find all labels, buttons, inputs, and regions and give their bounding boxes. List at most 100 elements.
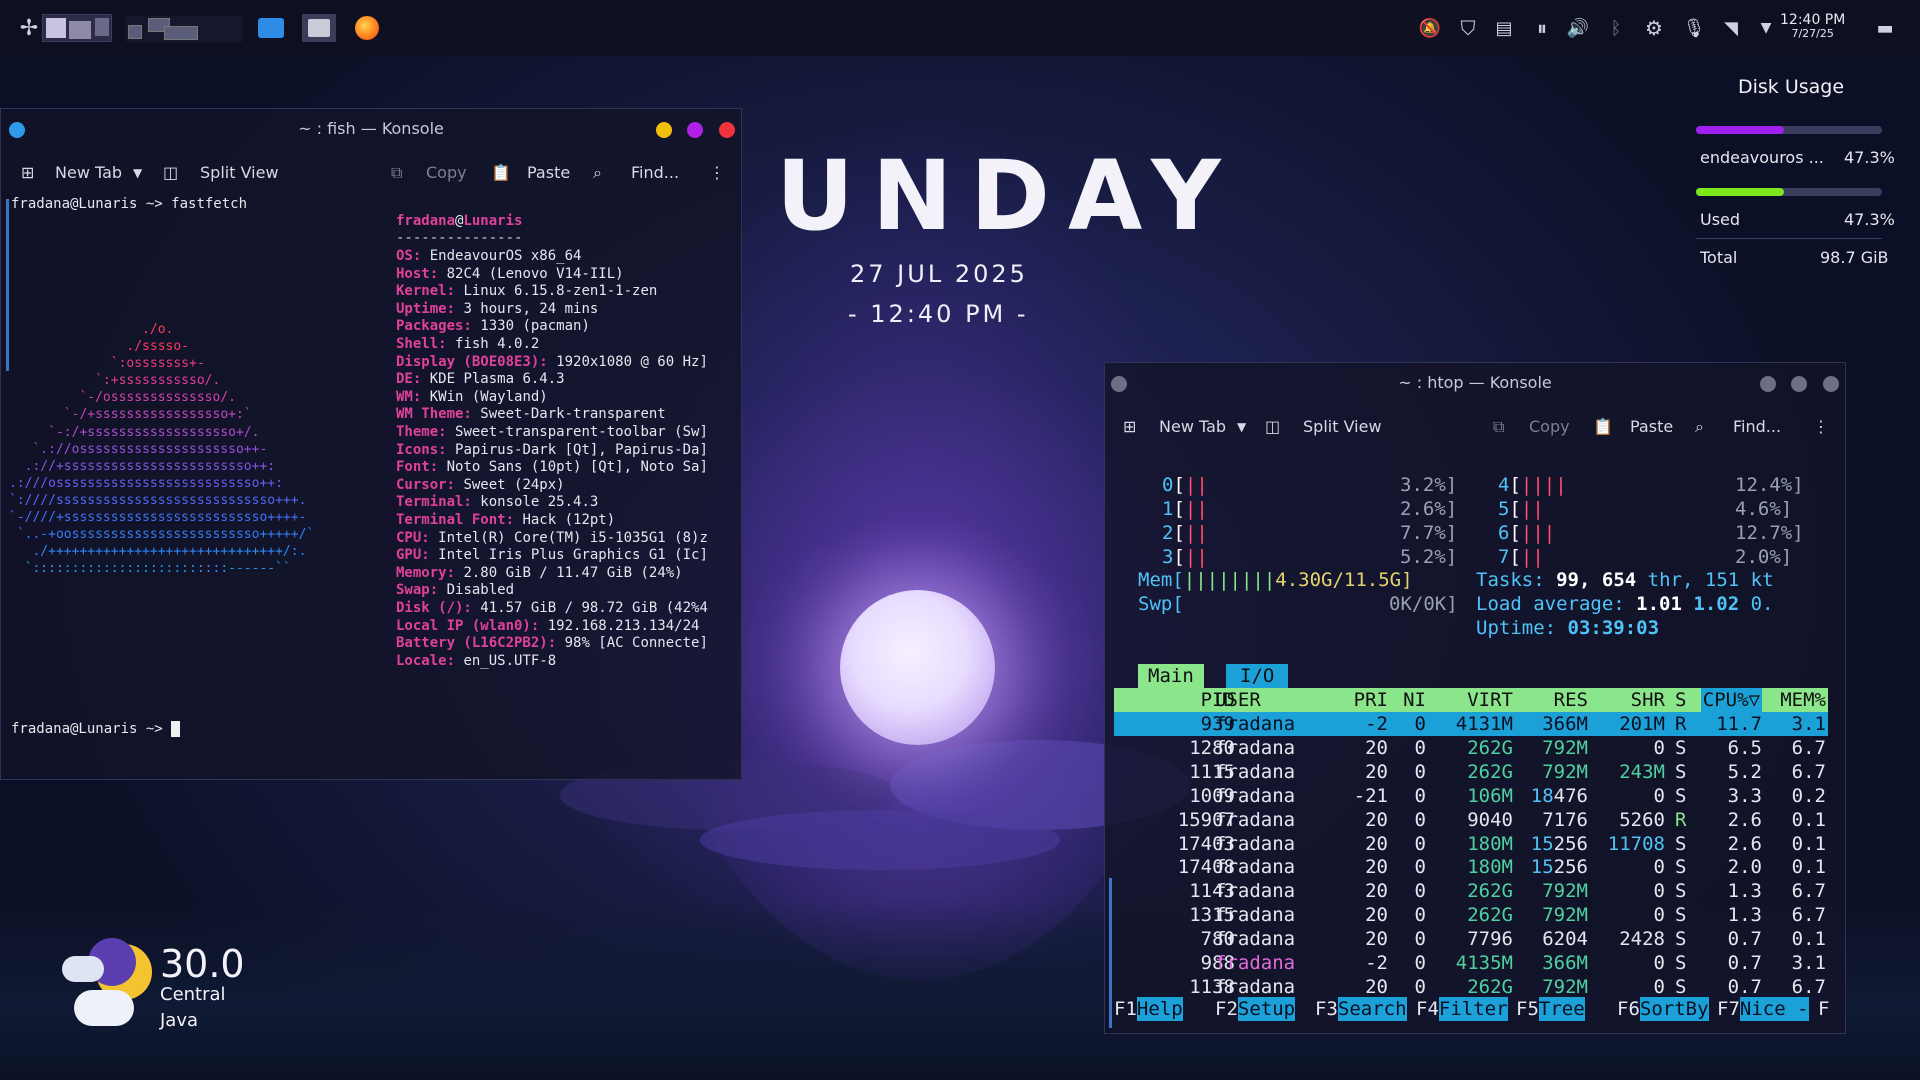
cell-ni: 0 (1414, 975, 1426, 998)
threads-label: thr, (1647, 569, 1694, 591)
find-button[interactable]: Find... (1733, 417, 1781, 436)
process-row[interactable]: 1115 fradana 20 0 262G 792M 243M S 5.2 6.7 (1114, 760, 1828, 784)
cursor-block: _ (171, 721, 180, 737)
cell-mem: 0.1 (1791, 928, 1826, 951)
notifications-off-icon[interactable]: 🔕 (1418, 14, 1442, 42)
microphone-icon[interactable]: 🎙 (1682, 14, 1706, 42)
wifi-icon[interactable]: ◥ (1718, 14, 1744, 42)
close-button[interactable] (719, 122, 735, 138)
search-icon[interactable]: ⌕ (593, 163, 602, 183)
maximize-button[interactable] (1791, 376, 1807, 392)
paste-icon[interactable]: 📋 (491, 163, 511, 182)
process-row[interactable]: 1315 fradana 20 0 262G 792M 0 S 1.3 6.7 (1114, 903, 1828, 927)
htop-tab-io[interactable]: I/O (1226, 664, 1289, 688)
window-titlebar[interactable]: ~ : fish — Konsole (1, 109, 741, 149)
new-tab-icon[interactable]: ⊞ (21, 163, 34, 182)
ff-line: Host: 82C4 (Lenovo V14-IIL) (396, 266, 624, 284)
minimize-button[interactable] (656, 122, 672, 138)
close-button[interactable] (1823, 376, 1839, 392)
process-row[interactable]: 780 fradana 20 0 7796 6204 2428 S 0.7 0.1 (1114, 927, 1828, 951)
shield-icon[interactable]: ⛉ (1456, 14, 1480, 42)
ff-userhost: fradana@Lunaris (396, 213, 522, 231)
logo-line: `:////ssssssssssssssssssssssssssso+++. (9, 492, 307, 508)
process-row[interactable]: 17403 fradana 20 0 180M 15256 11708 S 2.6 0.1 (1114, 832, 1828, 856)
new-tab-button[interactable]: New Tab (55, 163, 122, 182)
tasks-label: Tasks: (1476, 569, 1545, 591)
window-titlebar[interactable]: ~ : htop — Konsole (1105, 363, 1845, 403)
fkey-label-0[interactable]: Help (1136, 997, 1183, 1021)
column-header-cpu: CPU%▽ (1700, 688, 1762, 712)
file-manager-icon[interactable] (256, 14, 286, 42)
new-tab-dropdown-icon[interactable]: ▼ (133, 166, 142, 180)
volume-icon[interactable]: 🔊 (1566, 14, 1590, 42)
process-row[interactable]: 1138 fradana 20 0 262G 792M 0 S 0.7 6.7 (1114, 975, 1828, 999)
cpu-id: 2 (1162, 522, 1174, 544)
prompt-command: ~> fastfetch (145, 196, 248, 212)
firefox-icon[interactable] (352, 14, 382, 42)
split-view-icon[interactable]: ◫ (163, 163, 178, 182)
fkey-label-1[interactable]: Setup (1237, 997, 1296, 1021)
cell-res: 7176 (1542, 808, 1588, 831)
konsole-task-icon[interactable] (302, 14, 336, 42)
menu-kebab-icon[interactable]: ⋮ (1813, 417, 1829, 436)
htop-tab-main[interactable]: Main (1138, 664, 1204, 688)
split-view-button[interactable]: Split View (1303, 417, 1382, 436)
bluetooth-icon[interactable]: ᛒ (1604, 14, 1628, 42)
process-row[interactable]: 17408 fradana 20 0 180M 15256 0 S 2.0 0.1 (1114, 855, 1828, 879)
new-tab-icon[interactable]: ⊞ (1123, 417, 1136, 436)
process-row[interactable]: 1280 fradana 20 0 262G 792M 0 S 6.5 6.7 (1114, 736, 1828, 760)
new-tab-dropdown-icon[interactable]: ▼ (1237, 420, 1246, 434)
cpu-percent: 2.6%] (1400, 498, 1458, 520)
new-tab-button[interactable]: New Tab (1159, 417, 1226, 436)
cell-s: S (1675, 975, 1687, 998)
cell-ni: 0 (1414, 713, 1426, 735)
fkey-label-3[interactable]: Filter (1438, 997, 1508, 1021)
kthreads-label: kt (1750, 569, 1774, 591)
fkey-label-4[interactable]: Tree (1538, 997, 1585, 1021)
process-row[interactable]: 1009 fradana -21 0 106M 18476 0 S 3.3 0.2 (1114, 784, 1828, 808)
copy-icon[interactable]: ⧉ (1493, 417, 1504, 437)
fkey-label-6[interactable]: Nice - (1739, 997, 1809, 1021)
column-header-virt: VIRT (1467, 689, 1513, 711)
prompt-line-2[interactable]: fradana@Lunaris ~> _ (11, 721, 180, 739)
logo-line: ./++++++++++++++++++++++++++++++/:. (9, 544, 307, 560)
ff-key: Font: (396, 459, 439, 476)
split-view-icon[interactable]: ◫ (1265, 417, 1280, 436)
column-header-s: S (1675, 689, 1687, 711)
virtual-desktop-pager-2[interactable] (126, 16, 242, 42)
menu-kebab-icon[interactable]: ⋮ (709, 163, 725, 182)
top-panel: ✢ 🔕 ⛉ ▤ ⏸ 🔊 ᛒ ⚙ 🎙 ◥ ▼ 12:40 PM 7/27/25 ▬ (0, 0, 1920, 56)
cell-user: fradana (1215, 808, 1296, 831)
settings-icon[interactable]: ⚙ (1642, 14, 1666, 42)
tray-expand-icon[interactable]: ▼ (1756, 14, 1776, 42)
fkey-label-5[interactable]: SortBy (1639, 997, 1709, 1021)
minimize-button[interactable] (1760, 376, 1776, 392)
paste-button[interactable]: Paste (1630, 417, 1673, 436)
show-desktop-icon[interactable]: ▬ (1874, 14, 1896, 42)
konsole-fastfetch-window[interactable]: ~ : fish — Konsole ⊞ New Tab ▼ ◫ Split V… (0, 108, 742, 780)
process-row[interactable]: 1143 fradana 20 0 262G 792M 0 S 1.3 6.7 (1114, 879, 1828, 903)
fkey-label-2[interactable]: Search (1337, 997, 1407, 1021)
process-row[interactable]: 15907 fradana 20 0 9040 7176 5260 R 2.6 0.1 (1114, 808, 1828, 832)
copy-button[interactable]: Copy (1529, 417, 1570, 436)
search-icon[interactable]: ⌕ (1695, 417, 1704, 437)
copy-icon[interactable]: ⧉ (391, 163, 402, 183)
panel-clock[interactable]: 12:40 PM 7/27/25 (1780, 13, 1845, 40)
ff-line: Cursor: Sweet (24px) (396, 477, 565, 495)
process-row[interactable]: 939 fradana -2 0 4131M 366M 201M R 11.7 3.1 (1114, 712, 1828, 736)
clipboard-icon[interactable]: ▤ (1492, 14, 1516, 42)
paste-button[interactable]: Paste (527, 163, 570, 182)
maximize-button[interactable] (687, 122, 703, 138)
process-row[interactable]: 988 fradana -2 0 4135M 366M 0 S 0.7 3.1 (1114, 951, 1828, 975)
media-pause-icon[interactable]: ⏸ (1530, 14, 1554, 42)
copy-button[interactable]: Copy (426, 163, 467, 182)
virtual-desktop-pager[interactable] (42, 14, 112, 42)
find-button[interactable]: Find... (631, 163, 679, 182)
paste-icon[interactable]: 📋 (1593, 417, 1613, 436)
cell-cpu: 0.7 (1727, 928, 1762, 951)
split-view-button[interactable]: Split View (200, 163, 279, 182)
cell-res: 15256 (1530, 832, 1588, 855)
launcher-icon[interactable]: ✢ (16, 14, 42, 42)
cell-user: fradana (1215, 975, 1296, 998)
cell-cpu: 3.3 (1727, 784, 1762, 807)
